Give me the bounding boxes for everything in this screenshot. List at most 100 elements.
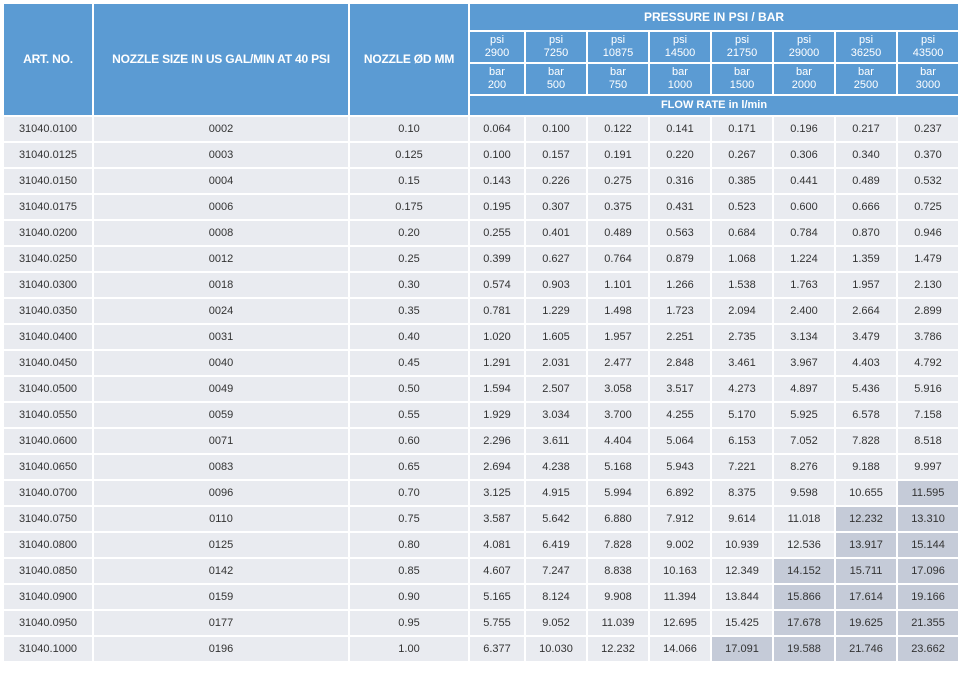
- nozzle-diameter-cell: 1.00: [350, 637, 468, 661]
- nozzle-size-cell: 0049: [94, 377, 348, 401]
- flow-rate-cell: 4.081: [470, 533, 524, 557]
- flow-rate-cell: 12.536: [774, 533, 834, 557]
- table-row: 31040.0350 0024 0.35 0.781 1.229 1.498 1.723 2.…: [4, 299, 959, 323]
- psi-header-5: psi 29000: [774, 32, 834, 62]
- flow-rate-cell: 7.912: [650, 507, 710, 531]
- nozzle-size-cell: 0083: [94, 455, 348, 479]
- bar-unit-label: bar: [734, 66, 750, 78]
- flow-rate-cell: 0.141: [650, 117, 710, 141]
- flow-rate-cell: 1.359: [836, 247, 896, 271]
- flow-rate-cell: 5.994: [588, 481, 648, 505]
- flow-rate-cell: 2.400: [774, 299, 834, 323]
- psi-unit-label: psi: [672, 34, 688, 46]
- flow-rate-cell: 6.153: [712, 429, 772, 453]
- nozzle-diameter-cell: 0.95: [350, 611, 468, 635]
- flow-rate-cell: 1.229: [526, 299, 586, 323]
- flow-rate-cell: 19.625: [836, 611, 896, 635]
- flow-rate-cell: 2.694: [470, 455, 524, 479]
- flow-rate-cell: 0.401: [526, 221, 586, 245]
- table-row: 31040.0950 0177 0.95 5.755 9.052 11.039 12.695…: [4, 611, 959, 635]
- flow-rate-cell: 11.018: [774, 507, 834, 531]
- flow-rate-cell: 13.917: [836, 533, 896, 557]
- flow-rate-cell: 0.385: [712, 169, 772, 193]
- flow-rate-cell: 11.039: [588, 611, 648, 635]
- table-row: 31040.0700 0096 0.70 3.125 4.915 5.994 6.892 8.…: [4, 481, 959, 505]
- flow-rate-cell: 0.196: [774, 117, 834, 141]
- bar-value: 200: [487, 79, 507, 91]
- flow-rate-cell: 0.226: [526, 169, 586, 193]
- bar-value: 1000: [667, 79, 693, 91]
- flow-rate-cell: 0.489: [588, 221, 648, 245]
- art-no-cell: 31040.0950: [4, 611, 92, 635]
- art-no-cell: 31040.0300: [4, 273, 92, 297]
- flow-rate-cell: 0.523: [712, 195, 772, 219]
- psi-value: 29000: [788, 47, 820, 59]
- table-row: 31040.0200 0008 0.20 0.255 0.401 0.489 0.563 0.…: [4, 221, 959, 245]
- flow-rate-cell: 0.122: [588, 117, 648, 141]
- table-row: 31040.0850 0142 0.85 4.607 7.247 8.838 10.163 1…: [4, 559, 959, 583]
- flow-rate-cell: 2.899: [898, 299, 959, 323]
- flow-rate-cell: 0.903: [526, 273, 586, 297]
- psi-value: 21750: [726, 47, 758, 59]
- flow-rate-cell: 0.217: [836, 117, 896, 141]
- flow-rate-cell: 8.518: [898, 429, 959, 453]
- table-row: 31040.0650 0083 0.65 2.694 4.238 5.168 5.943 7.…: [4, 455, 959, 479]
- flow-rate-cell: 7.247: [526, 559, 586, 583]
- nozzle-size-cell: 0002: [94, 117, 348, 141]
- flow-rate-cell: 3.786: [898, 325, 959, 349]
- bar-unit-label: bar: [920, 66, 936, 78]
- nozzle-size-cell: 0177: [94, 611, 348, 635]
- psi-unit-label: psi: [734, 34, 750, 46]
- flow-rate-cell: 5.755: [470, 611, 524, 635]
- flow-rate-cell: 0.306: [774, 143, 834, 167]
- flow-rate-cell: 17.678: [774, 611, 834, 635]
- nozzle-diameter-cell: 0.15: [350, 169, 468, 193]
- flow-rate-cell: 17.091: [712, 637, 772, 661]
- bar-header-1: bar 500: [526, 64, 586, 94]
- nozzle-size-cell: 0110: [94, 507, 348, 531]
- nozzle-diameter-cell: 0.10: [350, 117, 468, 141]
- nozzle-diameter-cell: 0.75: [350, 507, 468, 531]
- table-row: 31040.0100 0002 0.10 0.064 0.100 0.122 0.141 0.…: [4, 117, 959, 141]
- art-no-cell: 31040.0350: [4, 299, 92, 323]
- flow-rate-cell: 6.578: [836, 403, 896, 427]
- flow-rate-cell: 3.967: [774, 351, 834, 375]
- psi-value: 14500: [664, 47, 696, 59]
- art-no-cell: 31040.0150: [4, 169, 92, 193]
- flow-rate-cell: 0.100: [526, 117, 586, 141]
- nozzle-size-cell: 0142: [94, 559, 348, 583]
- flow-rate-cell: 0.489: [836, 169, 896, 193]
- bar-value: 1500: [729, 79, 755, 91]
- nozzle-diameter-cell: 0.65: [350, 455, 468, 479]
- nozzle-size-cell: 0196: [94, 637, 348, 661]
- flow-rate-cell: 0.532: [898, 169, 959, 193]
- psi-value: 43500: [912, 47, 944, 59]
- table-row: 31040.0250 0012 0.25 0.399 0.627 0.764 0.879 1.…: [4, 247, 959, 271]
- nozzle-size-cell: 0040: [94, 351, 348, 375]
- psi-unit-label: psi: [796, 34, 812, 46]
- flow-rate-cell: 0.574: [470, 273, 524, 297]
- nozzle-diameter-cell: 0.90: [350, 585, 468, 609]
- flow-rate-cell: 5.170: [712, 403, 772, 427]
- flow-rate-cell: 6.419: [526, 533, 586, 557]
- flow-rate-cell: 4.255: [650, 403, 710, 427]
- flow-rate-cell: 0.316: [650, 169, 710, 193]
- bar-header-5: bar 2000: [774, 64, 834, 94]
- flow-rate-cell: 7.221: [712, 455, 772, 479]
- nozzle-diameter-cell: 0.30: [350, 273, 468, 297]
- flow-rate-cell: 15.425: [712, 611, 772, 635]
- flow-rate-cell: 23.662: [898, 637, 959, 661]
- bar-value: 2000: [791, 79, 817, 91]
- flow-rate-cell: 2.477: [588, 351, 648, 375]
- psi-header-4: psi 21750: [712, 32, 772, 62]
- nozzle-diameter-cell: 0.35: [350, 299, 468, 323]
- flow-rate-cell: 10.655: [836, 481, 896, 505]
- art-no-cell: 31040.0650: [4, 455, 92, 479]
- bar-unit-label: bar: [796, 66, 812, 78]
- psi-unit-label: psi: [489, 34, 505, 46]
- flow-rate-cell: 1.291: [470, 351, 524, 375]
- table-row: 31040.1000 0196 1.00 6.377 10.030 12.232 14.06…: [4, 637, 959, 661]
- nozzle-size-cell: 0159: [94, 585, 348, 609]
- flow-rate-cell: 12.232: [836, 507, 896, 531]
- flow-rate-cell: 1.605: [526, 325, 586, 349]
